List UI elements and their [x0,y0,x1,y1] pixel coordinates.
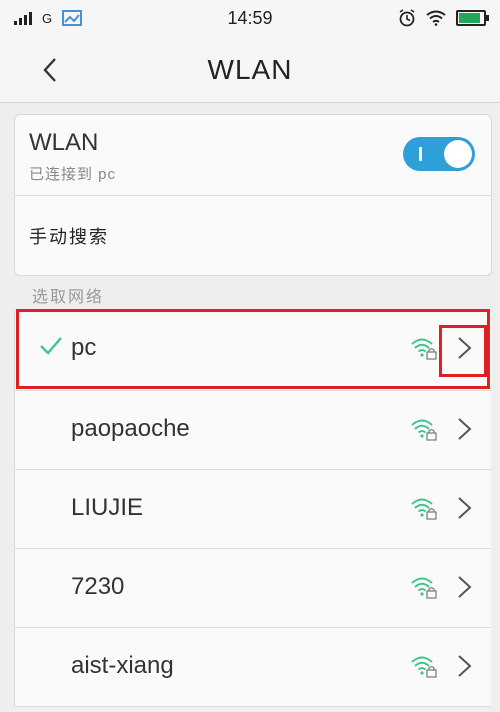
chevron-right-icon[interactable] [455,575,475,599]
wlan-toggle[interactable] [403,137,475,171]
wifi-lock-icon [411,417,437,446]
chevron-right-icon[interactable] [455,496,475,520]
status-right [398,9,489,27]
wlan-card: WLAN 已连接到 pc 手动搜索 [14,114,492,276]
chevron-right-icon[interactable] [455,336,475,360]
wlan-row: WLAN 已连接到 pc [15,115,491,196]
wifi-icon [426,10,446,26]
toggle-knob [444,140,472,168]
manual-search-row[interactable]: 手动搜索 [15,195,491,275]
network-list: pc paopaoche LIUJIE 7230 aist-xiang [14,310,491,707]
network-row-aist-xiang[interactable]: aist-xiang [15,628,491,707]
network-name: pc [71,334,97,361]
carrier-label: G [42,10,53,26]
battery-icon [456,10,489,26]
network-name: LIUJIE [71,494,144,521]
wifi-lock-icon [411,575,437,604]
toggle-on-mark [419,147,422,161]
signal-icon [14,11,32,25]
nav-bar: WLAN [0,36,500,103]
check-icon [40,337,62,355]
chevron-right-icon[interactable] [455,417,475,441]
network-row-pc[interactable]: pc [15,310,491,391]
network-name: paopaoche [71,415,190,442]
section-label: 选取网络 [32,289,105,306]
wifi-lock-icon [411,336,437,365]
page-title: WLAN [207,54,293,85]
network-row-paopaoche[interactable]: paopaoche [15,391,491,470]
wifi-lock-icon [411,654,437,683]
wlan-label: WLAN [29,129,99,156]
wlan-status: 已连接到 pc [29,166,117,183]
network-name: aist-xiang [71,652,174,679]
status-left: G [14,10,83,26]
network-row-7230[interactable]: 7230 [15,549,491,628]
manual-search-label: 手动搜索 [29,227,109,247]
network-row-liujie[interactable]: LIUJIE [15,470,491,549]
chevron-right-icon[interactable] [455,654,475,678]
gallery-icon [62,10,83,26]
status-bar: G 14:59 [0,0,500,36]
alarm-icon [399,9,415,27]
wifi-lock-icon [411,496,437,525]
network-name: 7230 [71,573,125,600]
